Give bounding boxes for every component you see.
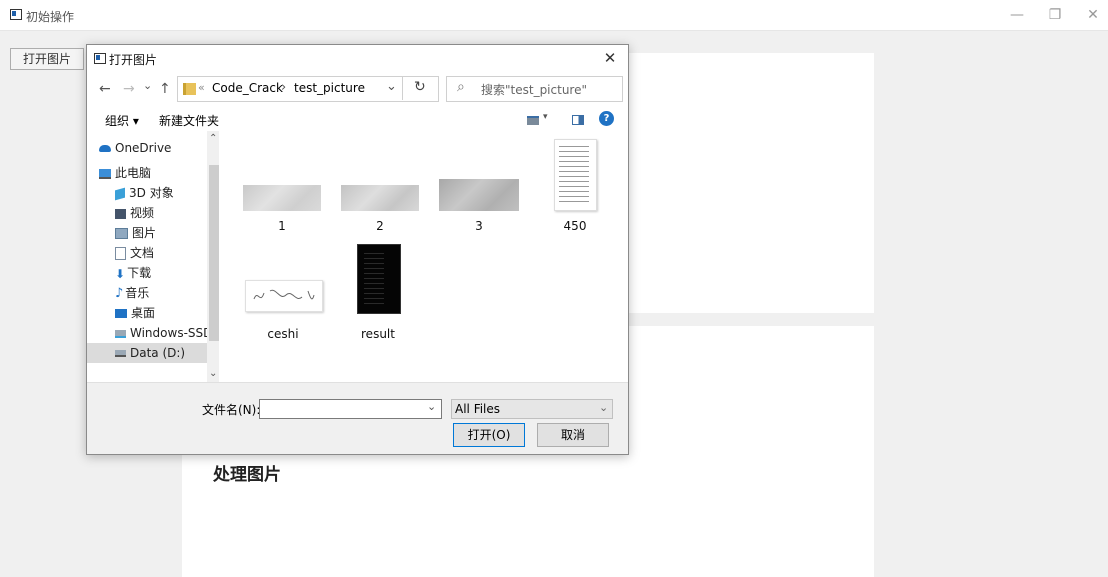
file-list-pane: 1 2 3 450 ceshi result (219, 131, 628, 382)
new-folder-button[interactable]: 新建文件夹 (159, 112, 219, 129)
nav-item-label: 此电脑 (115, 166, 152, 180)
nav-item-3d-objects[interactable]: 3D 对象 (115, 183, 174, 203)
drive-icon (115, 350, 126, 357)
scroll-down-icon[interactable]: ⌄ (209, 368, 217, 379)
desktop-icon (115, 309, 127, 318)
filename-input[interactable] (259, 399, 442, 419)
file-name-result[interactable]: result (333, 327, 423, 341)
view-options-caret[interactable]: ▾ (543, 112, 548, 122)
breadcrumb-test-picture[interactable]: test_picture (294, 81, 365, 95)
address-bar[interactable]: « Code_Crack › test_picture ⌄ ↻ (177, 76, 439, 102)
process-image-label: 处理图片 (213, 465, 281, 485)
file-type-dropdown-icon: ⌄ (599, 401, 609, 414)
help-icon[interactable]: ? (599, 111, 614, 126)
filename-dropdown-icon[interactable]: ⌄ (427, 400, 436, 413)
download-icon: ⬇ (115, 266, 126, 281)
nav-item-label: Data (D:) (130, 346, 186, 360)
search-icon: ⌕ (457, 79, 465, 95)
dialog-title: 打开图片 (109, 53, 158, 67)
breadcrumb-code-crack[interactable]: Code_Crack (212, 81, 283, 95)
refresh-button[interactable]: ↻ (402, 76, 439, 100)
file-name-2[interactable]: 2 (335, 219, 425, 233)
nav-item-windows-ssd[interactable]: Windows-SSD ( (115, 323, 221, 343)
video-icon (115, 208, 126, 219)
file-thumbnail-result[interactable] (357, 244, 401, 314)
nav-item-downloads[interactable]: ⬇ 下载 (115, 263, 151, 283)
music-icon: ♪ (115, 285, 124, 301)
minimize-button[interactable]: — (1002, 0, 1032, 30)
breadcrumb-separator-icon: › (281, 80, 287, 95)
picture-icon (115, 228, 128, 239)
forward-arrow-icon[interactable]: → (123, 81, 135, 97)
address-row: ← → ⌄ ↑ « Code_Crack › test_picture ⌄ ↻ … (87, 71, 628, 109)
nav-item-data-d[interactable]: Data (D:) (87, 343, 207, 363)
app-window-icon (10, 9, 22, 20)
dialog-toolbar: 组织 ▾ 新建文件夹 ▾ ? (87, 109, 628, 132)
organize-menu[interactable]: 组织 ▾ (105, 112, 139, 129)
back-arrow-icon[interactable]: ← (99, 81, 111, 97)
nav-item-label: 视频 (130, 206, 155, 220)
navigation-scroll-thumb[interactable] (209, 165, 219, 341)
nav-item-label: 文档 (130, 246, 155, 260)
dialog-close-button[interactable]: ✕ (597, 48, 623, 68)
address-dropdown-icon[interactable]: ⌄ (386, 79, 397, 94)
file-thumbnail-ceshi[interactable] (245, 280, 323, 312)
file-name-450[interactable]: 450 (530, 219, 620, 233)
open-button[interactable]: 打开(O) (453, 423, 525, 447)
preview-pane-icon[interactable] (572, 115, 584, 125)
computer-icon (99, 168, 111, 179)
up-arrow-icon[interactable]: ↑ (159, 81, 171, 97)
drive-icon (115, 329, 126, 338)
nav-item-desktop[interactable]: 桌面 (115, 303, 155, 323)
nav-item-documents[interactable]: 文档 (115, 243, 154, 263)
close-button[interactable]: ✕ (1078, 0, 1108, 30)
nav-item-this-pc[interactable]: 此电脑 (99, 163, 151, 183)
document-icon (115, 247, 126, 260)
nav-item-label: 图片 (132, 226, 157, 240)
cube-icon (115, 187, 125, 200)
dialog-window-icon (94, 53, 106, 64)
open-image-button[interactable]: 打开图片 (10, 48, 84, 70)
nav-item-music[interactable]: ♪ 音乐 (115, 283, 149, 303)
view-options-icon[interactable] (527, 116, 539, 125)
nav-item-label: 下载 (127, 266, 152, 280)
file-type-select[interactable]: All Files ⌄ (451, 399, 613, 419)
refresh-icon: ↻ (414, 79, 426, 95)
search-placeholder: 搜索"test_picture" (481, 83, 587, 97)
dialog-footer: 文件名(N): ⌄ All Files ⌄ 打开(O) 取消 (87, 382, 628, 454)
dialog-title-bar (87, 45, 628, 71)
file-name-3[interactable]: 3 (434, 219, 524, 233)
recent-locations-icon[interactable]: ⌄ (143, 79, 152, 92)
search-input[interactable]: ⌕ 搜索"test_picture" (446, 76, 623, 102)
nav-item-onedrive[interactable]: OneDrive (99, 138, 171, 158)
navigation-pane: OneDrive 此电脑 3D 对象 视频 图片 文档 ⬇ 下载 ♪ 音乐 桌面 W… (87, 131, 221, 382)
scroll-up-icon[interactable]: ⌃ (209, 133, 217, 144)
restore-button[interactable]: ❐ (1040, 0, 1070, 30)
nav-item-label: 桌面 (131, 306, 156, 320)
cancel-button[interactable]: 取消 (537, 423, 609, 447)
main-title-bar (0, 0, 1108, 31)
nav-item-label: 音乐 (125, 286, 150, 300)
file-type-value: All Files (455, 402, 501, 416)
nav-item-label: 3D 对象 (129, 186, 174, 200)
file-thumbnail-1[interactable] (243, 185, 321, 211)
path-overflow[interactable]: « (198, 81, 205, 94)
nav-item-label: OneDrive (115, 141, 172, 155)
file-thumbnail-450[interactable] (554, 139, 597, 211)
folder-icon (183, 83, 196, 95)
filename-label: 文件名(N): (202, 403, 261, 417)
file-thumbnail-3[interactable] (439, 179, 519, 211)
main-window-title: 初始操作 (26, 10, 75, 24)
open-file-dialog: 打开图片 ✕ ← → ⌄ ↑ « Code_Crack › test_pictu… (86, 44, 629, 455)
file-name-1[interactable]: 1 (237, 219, 327, 233)
nav-item-pictures[interactable]: 图片 (115, 223, 156, 243)
cloud-icon (99, 145, 111, 152)
file-name-ceshi[interactable]: ceshi (238, 327, 328, 341)
nav-item-videos[interactable]: 视频 (115, 203, 154, 223)
file-thumbnail-2[interactable] (341, 185, 419, 211)
